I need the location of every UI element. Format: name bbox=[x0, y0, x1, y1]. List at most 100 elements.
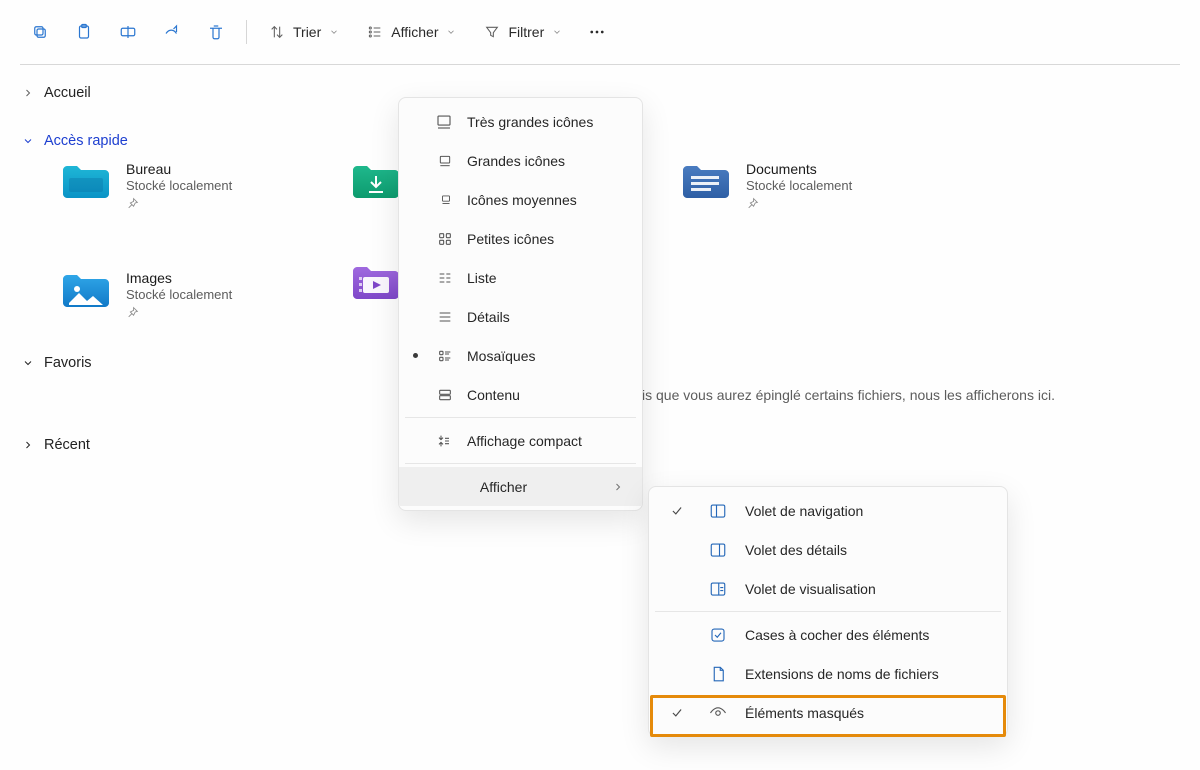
view-item-medium-icons[interactable]: Icônes moyennes bbox=[399, 180, 642, 219]
view-item-list[interactable]: Liste bbox=[399, 258, 642, 297]
folder-videos-icon bbox=[350, 262, 402, 304]
extra-large-icons-icon bbox=[435, 113, 453, 131]
toolbar-separator bbox=[246, 20, 247, 44]
quick-item-documents[interactable]: Documents Stocké localement bbox=[680, 161, 910, 210]
details-icon bbox=[437, 309, 453, 325]
chevron-down-icon bbox=[329, 27, 339, 37]
submenu-hidden-items[interactable]: Éléments masqués bbox=[649, 693, 1007, 732]
sort-label: Trier bbox=[293, 24, 321, 40]
content-icon bbox=[437, 387, 453, 403]
view-item-large-icons[interactable]: Grandes icônes bbox=[399, 141, 642, 180]
folder-images-icon bbox=[60, 270, 112, 312]
quick-item-sub: Stocké localement bbox=[746, 178, 852, 193]
view-dropdown: Très grandes icônes Grandes icônes Icône… bbox=[398, 97, 643, 511]
menu-label: Éléments masqués bbox=[745, 705, 864, 721]
menu-divider bbox=[655, 611, 1001, 612]
delete-button[interactable] bbox=[196, 12, 236, 52]
chevron-down-icon bbox=[446, 27, 456, 37]
favorites-hint: is que vous aurez épinglé certains fichi… bbox=[642, 387, 1178, 403]
check-icon bbox=[670, 504, 684, 518]
view-item-small-icons[interactable]: Petites icônes bbox=[399, 219, 642, 258]
menu-label: Petites icônes bbox=[467, 231, 554, 247]
chevron-right-icon bbox=[612, 481, 624, 493]
menu-label: Afficher bbox=[409, 479, 598, 495]
folder-documents-icon bbox=[680, 161, 732, 203]
nav-pane-icon bbox=[709, 502, 727, 520]
checkbox-icon bbox=[709, 626, 727, 644]
submenu-preview-pane[interactable]: Volet de visualisation bbox=[649, 569, 1007, 608]
small-icons-icon bbox=[437, 231, 453, 247]
pin-icon bbox=[126, 197, 139, 210]
rename-button[interactable] bbox=[108, 12, 148, 52]
medium-icons-icon bbox=[439, 193, 453, 207]
view-item-details[interactable]: Détails bbox=[399, 297, 642, 336]
quick-item-title: Bureau bbox=[126, 161, 232, 177]
view-item-tiles[interactable]: Mosaïques bbox=[399, 336, 642, 375]
show-submenu: Volet de navigation Volet des détails Vo… bbox=[648, 486, 1008, 737]
view-icon bbox=[367, 24, 383, 40]
view-item-show-submenu[interactable]: Afficher bbox=[399, 467, 642, 506]
pin-icon bbox=[126, 306, 139, 319]
ellipsis-icon bbox=[588, 23, 606, 41]
submenu-nav-pane[interactable]: Volet de navigation bbox=[649, 491, 1007, 530]
quick-item-title: Documents bbox=[746, 161, 852, 177]
quick-item-desktop[interactable]: Bureau Stocké localement bbox=[60, 161, 290, 210]
menu-label: Cases à cocher des éléments bbox=[745, 627, 929, 643]
menu-label: Icônes moyennes bbox=[467, 192, 577, 208]
view-button[interactable]: Afficher bbox=[355, 12, 468, 52]
sort-button[interactable]: Trier bbox=[257, 12, 351, 52]
view-item-compact[interactable]: Affichage compact bbox=[399, 421, 642, 460]
copy-button[interactable] bbox=[20, 12, 60, 52]
toolbar: Trier Afficher Filtrer bbox=[0, 0, 1200, 64]
rename-icon bbox=[118, 23, 138, 41]
quick-item-sub: Stocké localement bbox=[126, 178, 232, 193]
pin-icon bbox=[746, 197, 759, 210]
section-quick-access-label: Accès rapide bbox=[44, 133, 128, 149]
quick-item-images[interactable]: Images Stocké localement bbox=[60, 270, 290, 319]
menu-divider bbox=[405, 417, 636, 418]
eye-icon bbox=[709, 704, 727, 722]
menu-label: Mosaïques bbox=[467, 348, 535, 364]
large-icons-icon bbox=[437, 153, 453, 169]
view-item-extra-large-icons[interactable]: Très grandes icônes bbox=[399, 102, 642, 141]
share-button[interactable] bbox=[152, 12, 192, 52]
menu-label: Volet de visualisation bbox=[745, 581, 876, 597]
copy-icon bbox=[31, 23, 49, 41]
chevron-right-icon bbox=[22, 87, 34, 99]
section-recent-label: Récent bbox=[44, 437, 90, 453]
tiles-icon bbox=[437, 348, 453, 364]
menu-label: Liste bbox=[467, 270, 497, 286]
share-icon bbox=[163, 23, 181, 41]
quick-item-sub: Stocké localement bbox=[126, 287, 232, 302]
menu-label: Détails bbox=[467, 309, 510, 325]
quick-item-title: Images bbox=[126, 270, 232, 286]
details-pane-icon bbox=[709, 541, 727, 559]
paste-icon bbox=[75, 23, 93, 41]
list-icon bbox=[437, 270, 453, 286]
menu-label: Volet des détails bbox=[745, 542, 847, 558]
chevron-down-icon bbox=[552, 27, 562, 37]
menu-label: Grandes icônes bbox=[467, 153, 565, 169]
view-label: Afficher bbox=[391, 24, 438, 40]
menu-divider bbox=[405, 463, 636, 464]
menu-label: Volet de navigation bbox=[745, 503, 863, 519]
submenu-details-pane[interactable]: Volet des détails bbox=[649, 530, 1007, 569]
folder-downloads-icon bbox=[350, 161, 402, 203]
menu-label: Affichage compact bbox=[467, 433, 582, 449]
paste-button[interactable] bbox=[64, 12, 104, 52]
folder-desktop-icon bbox=[60, 161, 112, 203]
view-item-content[interactable]: Contenu bbox=[399, 375, 642, 414]
menu-label: Contenu bbox=[467, 387, 520, 403]
more-button[interactable] bbox=[578, 12, 616, 52]
submenu-extensions[interactable]: Extensions de noms de fichiers bbox=[649, 654, 1007, 693]
submenu-checkboxes[interactable]: Cases à cocher des éléments bbox=[649, 615, 1007, 654]
selected-bullet bbox=[413, 353, 418, 358]
menu-label: Très grandes icônes bbox=[467, 114, 593, 130]
sort-icon bbox=[269, 24, 285, 40]
preview-pane-icon bbox=[709, 580, 727, 598]
file-icon bbox=[709, 665, 727, 683]
compact-icon bbox=[437, 433, 453, 449]
section-favorites-label: Favoris bbox=[44, 355, 92, 371]
chevron-right-icon bbox=[22, 439, 34, 451]
filter-button[interactable]: Filtrer bbox=[472, 12, 574, 52]
